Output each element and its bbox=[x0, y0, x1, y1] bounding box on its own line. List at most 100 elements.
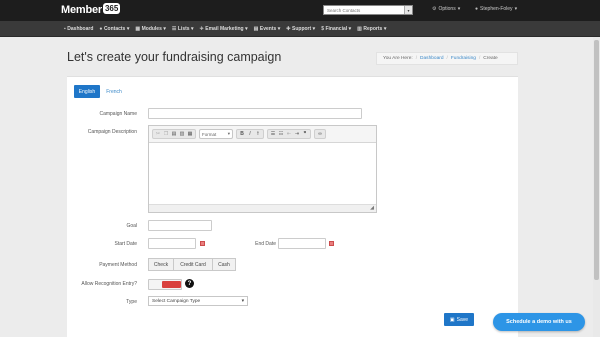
reports-icon: ▥ bbox=[357, 26, 362, 32]
paste-icon[interactable]: ▤ bbox=[170, 130, 178, 138]
nav-item-label: Reports bbox=[363, 26, 383, 32]
support-icon: ✚ bbox=[286, 26, 291, 32]
nav-item-lists[interactable]: ☰ Lists ▾ bbox=[172, 26, 194, 32]
calendar-icon[interactable] bbox=[200, 241, 205, 246]
lists-icon: ☰ bbox=[171, 26, 177, 32]
description-editor: ✂ ❐ ▤ ▥ ▦ Format ▾ B I Ɨ ☰ ☷ ⇤ ⇥ ❞ ∞ ◢ bbox=[148, 125, 377, 213]
nav-item-support[interactable]: ✚ Support ▾ bbox=[286, 26, 315, 32]
user-label: Stephen-Foley bbox=[480, 6, 513, 12]
bulleted-list-icon[interactable]: ☷ bbox=[277, 130, 285, 138]
numbered-list-icon[interactable]: ☰ bbox=[269, 130, 277, 138]
scrollbar-thumb[interactable] bbox=[594, 40, 599, 280]
chevron-down-icon: ▾ bbox=[348, 26, 352, 32]
chevron-down-icon: ▾ bbox=[126, 26, 130, 32]
editor-toolbar: ✂ ❐ ▤ ▥ ▦ Format ▾ B I Ɨ ☰ ☷ ⇤ ⇥ ❞ ∞ bbox=[149, 126, 376, 143]
nav-items: ▪ Dashboard ● Contacts ▾ ▦ Modules ▾ ☰ Lists ▾ ✈ Ema… bbox=[64, 21, 392, 37]
chevron-down-icon: ▾ bbox=[457, 6, 461, 12]
campaign-name-input[interactable] bbox=[148, 108, 362, 119]
nav-item-reports[interactable]: ▥ Reports ▾ bbox=[357, 26, 386, 32]
nav-item-financial[interactable]: $ Financial ▾ bbox=[321, 26, 351, 32]
nav-item-label: Contacts bbox=[103, 26, 126, 32]
events-icon: ▤ bbox=[253, 26, 259, 32]
calendar-icon[interactable] bbox=[329, 241, 334, 246]
allow-recognition-toggle[interactable] bbox=[148, 279, 182, 290]
editor-footer: ◢ bbox=[149, 204, 376, 212]
campaign-name-label: Campaign Name bbox=[99, 111, 137, 117]
search-box: ▾ bbox=[323, 5, 413, 15]
payment-cash-button[interactable]: Cash bbox=[213, 258, 236, 271]
save-label: Save bbox=[456, 316, 469, 323]
payment-check-button[interactable]: Check bbox=[148, 258, 174, 271]
nav-item-label: Email Marketing bbox=[205, 26, 244, 32]
campaign-type-value: Select Campaign Type bbox=[152, 298, 201, 304]
chevron-down-icon: ▾ bbox=[163, 26, 166, 32]
chevron-down-icon: ▾ bbox=[383, 26, 387, 32]
page-title: Let's create your fundraising campaign bbox=[67, 50, 282, 64]
payment-method-group: Check Credit Card Cash bbox=[148, 258, 236, 271]
search-dropdown-button[interactable]: ▾ bbox=[404, 6, 412, 14]
nav-item-label: Support bbox=[292, 26, 312, 32]
nav-item-label: Financial bbox=[325, 26, 348, 32]
copy-icon[interactable]: ❐ bbox=[162, 130, 170, 138]
end-date-input[interactable] bbox=[278, 238, 326, 249]
paste-word-icon[interactable]: ▦ bbox=[186, 130, 194, 138]
goal-input[interactable] bbox=[148, 220, 212, 231]
nav-item-label: Events bbox=[259, 26, 277, 32]
options-label: Options bbox=[438, 6, 456, 12]
logo-text: Member bbox=[61, 4, 102, 16]
user-menu[interactable]: ● Stephen-Foley ▾ bbox=[475, 6, 517, 12]
outdent-icon[interactable]: ⇤ bbox=[285, 130, 293, 138]
schedule-demo-button[interactable]: Schedule a demo with us bbox=[493, 313, 585, 331]
options-menu[interactable]: ⚙ Options ▾ bbox=[432, 6, 460, 12]
nav-bar: ▪ Dashboard ● Contacts ▾ ▦ Modules ▾ ☰ Lists ▾ ✈ Ema… bbox=[0, 21, 600, 37]
top-bar: Member 365 ▾ ⚙ Options ▾ ● Stephen-Foley… bbox=[0, 0, 600, 21]
chevron-down-icon: ▾ bbox=[245, 26, 248, 32]
campaign-type-select[interactable]: Select Campaign Type ▾ bbox=[148, 296, 248, 306]
nav-item-email-marketing[interactable]: ✈ Email Marketing ▾ bbox=[200, 26, 248, 32]
nav-item-events[interactable]: ▤ Events ▾ bbox=[254, 26, 281, 32]
logo-badge: 365 bbox=[102, 2, 121, 14]
start-date-input[interactable] bbox=[148, 238, 196, 249]
remove-format-icon[interactable]: Ɨ bbox=[254, 130, 262, 138]
nav-item-label: Modules bbox=[141, 26, 162, 32]
nav-item-label: Dashboard bbox=[67, 26, 94, 32]
indent-icon[interactable]: ⇥ bbox=[293, 130, 301, 138]
bold-icon[interactable]: B bbox=[238, 130, 246, 138]
logo[interactable]: Member 365 bbox=[61, 2, 121, 17]
nav-item-dashboard[interactable]: ▪ Dashboard bbox=[64, 26, 93, 32]
nav-item-modules[interactable]: ▦ Modules ▾ bbox=[135, 26, 166, 32]
save-button[interactable]: ▣ Save bbox=[444, 313, 474, 326]
cut-icon[interactable]: ✂ bbox=[154, 130, 162, 138]
chevron-down-icon: ▾ bbox=[191, 26, 194, 32]
breadcrumb-dashboard[interactable]: Dashboard bbox=[420, 56, 443, 61]
tab-french[interactable]: French bbox=[101, 85, 127, 98]
breadcrumb-current: Create bbox=[483, 56, 498, 61]
gear-icon: ⚙ bbox=[432, 6, 437, 12]
chevron-down-icon: ▾ bbox=[514, 6, 518, 12]
format-select[interactable]: Format ▾ bbox=[199, 129, 233, 139]
link-group: ∞ bbox=[314, 129, 326, 139]
chevron-down-icon: ▾ bbox=[312, 26, 316, 32]
nav-item-label: Lists bbox=[177, 26, 190, 32]
italic-icon[interactable]: I bbox=[246, 130, 254, 138]
breadcrumb-fundraising[interactable]: Fundraising bbox=[451, 56, 476, 61]
search-input[interactable] bbox=[324, 6, 404, 14]
tab-english[interactable]: English bbox=[74, 85, 100, 98]
list-group: ☰ ☷ ⇤ ⇥ ❞ bbox=[267, 129, 311, 139]
resize-handle-icon[interactable]: ◢ bbox=[370, 205, 374, 211]
clipboard-group: ✂ ❐ ▤ ▥ ▦ bbox=[152, 129, 196, 139]
payment-credit-card-button[interactable]: Credit Card bbox=[174, 258, 213, 271]
start-date-label: Start Date bbox=[114, 241, 137, 247]
goal-label: Goal bbox=[126, 223, 137, 229]
paste-text-icon[interactable]: ▥ bbox=[178, 130, 186, 138]
nav-item-contacts[interactable]: ● Contacts ▾ bbox=[99, 26, 129, 32]
help-icon[interactable]: ? bbox=[185, 279, 194, 288]
modules-icon: ▦ bbox=[135, 26, 141, 32]
contacts-icon: ● bbox=[99, 26, 103, 32]
editor-body[interactable] bbox=[149, 143, 376, 205]
link-icon[interactable]: ∞ bbox=[316, 130, 324, 138]
toggle-on-indicator bbox=[162, 281, 181, 288]
campaign-description-label: Campaign Description bbox=[87, 129, 137, 135]
blockquote-icon[interactable]: ❞ bbox=[301, 130, 309, 138]
dashboard-icon: ▪ bbox=[64, 26, 66, 32]
